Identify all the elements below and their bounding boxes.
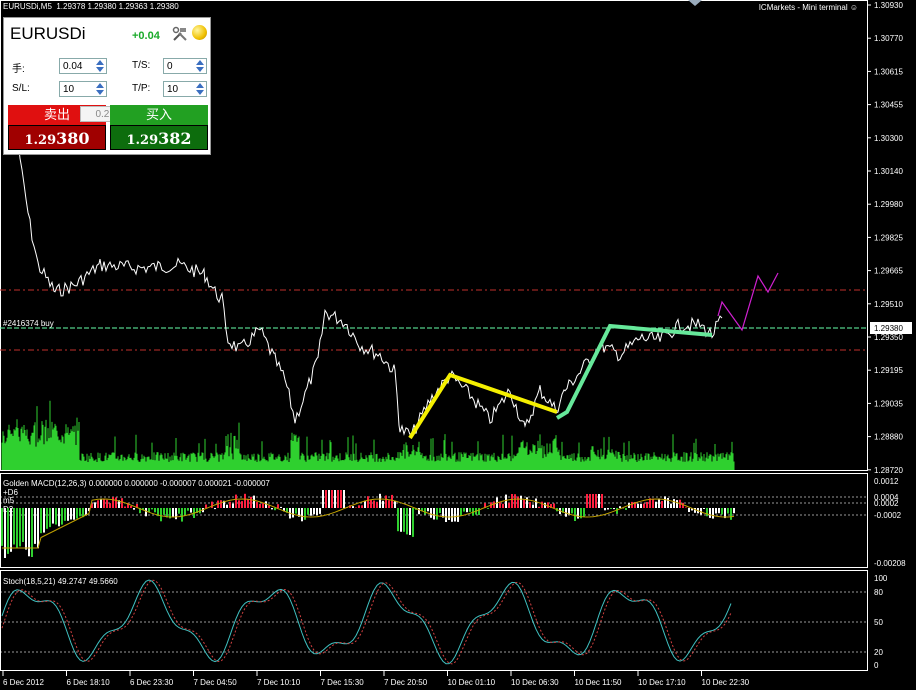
stepper-arrows-icon[interactable] — [195, 82, 205, 96]
price-axis-label: 1.30930 — [874, 1, 903, 10]
sl-label: S/L: — [12, 83, 30, 94]
panel-change: +0.04 — [132, 30, 160, 42]
price-axis-label: 1.30615 — [874, 67, 903, 76]
ts-label: T/S: — [132, 60, 151, 71]
price-axis-label: 1.28880 — [874, 433, 903, 442]
stepper-arrows-icon[interactable] — [95, 82, 105, 96]
volume-histogram — [1, 400, 735, 470]
ts-stepper[interactable]: 0 — [163, 58, 207, 74]
macd-axis-label: -0.0002 — [874, 511, 902, 520]
macd-axis: 0.00120.00040.0002-0.0002-0.00208 — [874, 477, 906, 568]
price-axis: 1.30930 1.30770 1.30615 1.30455 1.30300 1.301… — [867, 1, 903, 475]
price-axis-label: 1.29980 — [874, 200, 903, 209]
sl-value: 10 — [63, 84, 75, 95]
tp-stepper[interactable]: 10 — [163, 81, 207, 97]
macd-axis-label: 0.0002 — [874, 499, 899, 508]
time-axis-label: 6 Dec 18:10 — [67, 678, 111, 687]
lots-stepper[interactable]: 0.04 — [59, 58, 107, 74]
time-axis-label: 7 Dec 15:30 — [321, 678, 365, 687]
price-axis-label: 1.29665 — [874, 267, 903, 276]
window-title: EURUSDi,M5 1.29378 1.29380 1.29363 1.293… — [3, 2, 179, 11]
price-axis-label: 1.30770 — [874, 34, 903, 43]
stoch-title: Stoch(18,5,21) 49.2747 49.5660 — [3, 577, 118, 586]
chart-shift-icon[interactable] — [688, 0, 702, 6]
price-axis-label: 1.29035 — [874, 399, 903, 408]
broker-name: ICMarkets - Mini terminal — [758, 3, 848, 12]
price-axis-label: 1.29510 — [874, 300, 903, 309]
time-axis-label: 7 Dec 04:50 — [194, 678, 238, 687]
time-axis-label: 7 Dec 20:50 — [384, 678, 428, 687]
stoch-axis-label: 0 — [874, 661, 879, 670]
time-axis-label: 10 Dec 06:30 — [511, 678, 559, 687]
price-axis-label: 1.29825 — [874, 233, 903, 242]
chart-symbol: EURUSDi,M5 — [3, 2, 52, 11]
order-label: #2416374 buy — [3, 319, 54, 328]
price-axis-label: 1.30300 — [874, 134, 903, 143]
price-axis-label: 1.28720 — [874, 466, 903, 475]
macd-histogram — [1, 490, 735, 558]
buy-price: 1.29382 — [110, 125, 208, 150]
time-axis: 6 Dec 2012 6 Dec 18:10 6 Dec 23:30 7 Dec 04… — [2, 671, 750, 687]
time-axis-label: 6 Dec 2012 — [3, 678, 44, 687]
time-axis-label: 10 Dec 22:30 — [702, 678, 750, 687]
smiley-icon: ☺ — [849, 3, 858, 12]
stepper-arrows-icon[interactable] — [195, 59, 205, 73]
price-axis-label: 1.29195 — [874, 366, 903, 375]
current-price-label: 1.29380 — [874, 324, 903, 333]
tools-icon[interactable] — [172, 26, 188, 42]
macd-axis-label: 0.0012 — [874, 477, 899, 486]
price-axis-label: 1.29350 — [874, 333, 903, 342]
lots-label: 手: — [12, 64, 25, 75]
stoch-axis-label: 50 — [874, 618, 883, 627]
time-axis-label: 10 Dec 11:50 — [575, 678, 623, 687]
ts-value: 0 — [167, 61, 173, 72]
price-axis-label: 1.30455 — [874, 101, 903, 110]
chart-ohlc: 1.29378 1.29380 1.29363 1.29380 — [56, 2, 179, 11]
buy-price-big: 382 — [158, 129, 192, 148]
broker-label: ICMarkets - Mini terminal ☺ — [759, 3, 858, 12]
macd-axis-label: -0.00208 — [874, 559, 906, 568]
zigzag-yellow — [408, 372, 558, 440]
lots-value: 0.04 — [63, 61, 83, 72]
buy-button[interactable]: 买入 1.29382 — [110, 105, 208, 151]
lot-step-value: 0.2 — [95, 109, 110, 120]
sell-price-small: 1.29 — [24, 133, 57, 148]
tp-value: 10 — [167, 84, 179, 95]
buy-price-small: 1.29 — [126, 133, 159, 148]
time-axis-label: 10 Dec 17:10 — [638, 678, 686, 687]
stoch-axis: 100 80 50 20 0 — [874, 574, 888, 670]
one-click-trading-panel[interactable]: EURUSDi +0.04 手: 0.04 T/S: 0 S/L: 10 T/P… — [3, 17, 211, 155]
time-axis-label: 10 Dec 01:10 — [448, 678, 496, 687]
forecast-line — [717, 272, 779, 332]
tp-label: T/P: — [132, 83, 151, 94]
buy-label: 买入 — [110, 105, 208, 125]
sell-price-big: 380 — [56, 129, 90, 148]
stoch-axis-label: 100 — [874, 574, 888, 583]
stepper-arrows-icon[interactable] — [95, 59, 105, 73]
time-axis-label: 7 Dec 10:10 — [257, 678, 301, 687]
price-axis-label: 1.30140 — [874, 167, 903, 176]
sell-price: 1.29380 — [8, 125, 106, 150]
price-line — [17, 139, 723, 436]
coin-icon[interactable] — [192, 25, 207, 40]
panel-symbol: EURUSDi — [10, 24, 86, 43]
macd-title: Golden MACD(12,26,3) 0.000000 0.000000 -… — [3, 479, 270, 488]
time-axis-label: 6 Dec 23:30 — [130, 678, 174, 687]
stoch-axis-label: 80 — [874, 588, 883, 597]
stoch-axis-label: 20 — [874, 648, 883, 657]
sl-stepper[interactable]: 10 — [59, 81, 107, 97]
